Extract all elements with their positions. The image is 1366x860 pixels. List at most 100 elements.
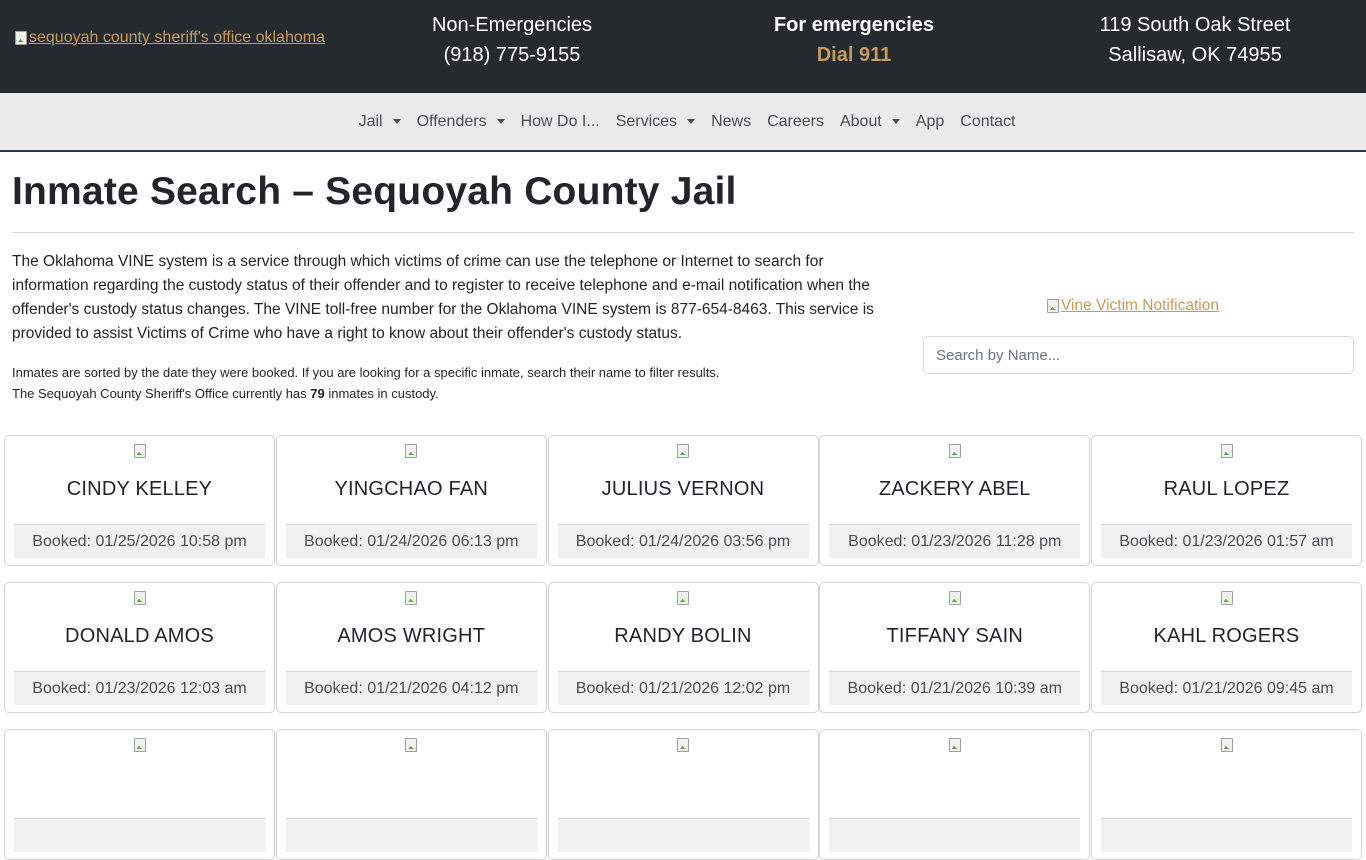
nav-item-label: How Do I... <box>520 112 600 130</box>
inmate-photo-icon <box>133 444 146 458</box>
vine-notification-link[interactable]: Vine Victim Notification <box>1047 297 1219 315</box>
booked-date: Booked: 01/24/2026 06:13 pm <box>285 524 537 558</box>
booked-date <box>14 818 265 852</box>
inmate-photo-icon <box>1220 444 1233 458</box>
nav-item-label: Jail <box>358 112 383 130</box>
custody-count-line: The Sequoyah County Sheriff's Office cur… <box>12 383 904 404</box>
inmate-card[interactable]: JULIUS VERNON Booked: 01/24/2026 03:56 pm <box>547 435 819 566</box>
nav-item-label: Contact <box>960 112 1016 130</box>
inmate-photo-icon <box>677 738 689 752</box>
site-logo-link[interactable]: sequoyah county sheriff's office oklahom… <box>15 29 325 47</box>
inmate-grid: CINDY KELLEY Booked: 01/25/2026 10:58 pm Y… <box>4 435 1362 860</box>
title-divider <box>12 232 1354 233</box>
caret-down-icon <box>687 119 696 124</box>
inmate-card[interactable] <box>4 729 275 860</box>
inmate-name: YINGCHAO FAN <box>334 478 489 500</box>
booked-date: Booked: 01/21/2026 12:02 pm <box>557 671 809 705</box>
non-emergency-info: Non-Emergencies (918) 775-9155 <box>412 10 612 70</box>
booked-date: Booked: 01/24/2026 03:56 pm <box>557 524 809 558</box>
inmate-photo-icon <box>1220 738 1233 752</box>
inmate-search-input[interactable] <box>923 336 1354 374</box>
inmate-name: KAHL ROGERS <box>1153 625 1300 647</box>
address-info: 119 South Oak Street Sallisaw, OK 74955 <box>1085 10 1305 70</box>
nav-item-how-do-i[interactable]: How Do I... <box>513 113 608 131</box>
inmate-photo-icon <box>677 591 689 605</box>
inmate-sort-note: Inmates are sorted by the date they were… <box>12 362 904 404</box>
nav-item-label: News <box>711 112 752 130</box>
non-emergency-label: Non-Emergencies <box>431 14 593 36</box>
inmate-card[interactable] <box>547 729 819 860</box>
inmate-card[interactable]: DONALD AMOS Booked: 01/23/2026 12:03 am <box>4 582 275 713</box>
inmate-photo-icon <box>948 591 961 605</box>
address-line1: 119 South Oak Street <box>1099 14 1291 36</box>
inmate-photo-icon <box>405 738 418 752</box>
nav-item-app[interactable]: App <box>908 113 952 131</box>
nav-item-careers[interactable]: Careers <box>759 113 832 131</box>
booked-date <box>285 818 537 852</box>
inmate-card[interactable] <box>1091 729 1362 860</box>
page-title: Inmate Search – Sequoyah County Jail <box>12 170 737 213</box>
nav-item-news[interactable]: News <box>703 113 759 131</box>
broken-image-icon <box>1047 299 1059 313</box>
nav-item-services[interactable]: Services <box>608 113 703 131</box>
site-header: sequoyah county sheriff's office oklahom… <box>0 0 1366 93</box>
inmate-photo-icon <box>1220 591 1233 605</box>
inmate-name: AMOS WRIGHT <box>337 625 486 647</box>
inmate-photo-icon <box>948 738 961 752</box>
emergency-label: For emergencies <box>773 14 935 36</box>
inmate-name: RAUL LOPEZ <box>1163 478 1290 500</box>
inmate-card[interactable]: TIFFANY SAIN Booked: 01/21/2026 10:39 am <box>819 582 1091 713</box>
nav-item-contact[interactable]: Contact <box>952 113 1023 131</box>
main-nav: Jail Offenders How Do I... Services News Care… <box>0 93 1366 152</box>
inmate-photo-icon <box>133 591 146 605</box>
inmate-card[interactable]: YINGCHAO FAN Booked: 01/24/2026 06:13 pm <box>275 435 547 566</box>
inmate-card[interactable] <box>275 729 547 860</box>
nav-item-offenders[interactable]: Offenders <box>409 113 513 131</box>
nav-item-label: Services <box>615 112 678 130</box>
nav-item-jail[interactable]: Jail <box>351 113 409 131</box>
non-emergency-phone[interactable]: (918) 775-9155 <box>412 40 612 70</box>
inmate-card[interactable] <box>819 729 1091 860</box>
booked-date: Booked: 01/23/2026 12:03 am <box>14 671 265 705</box>
inmate-card[interactable]: RANDY BOLIN Booked: 01/21/2026 12:02 pm <box>547 582 819 713</box>
site-logo-alt-text: sequoyah county sheriff's office oklahom… <box>29 29 325 46</box>
booked-date <box>557 818 809 852</box>
nav-item-about[interactable]: About <box>832 113 908 131</box>
inmate-card[interactable]: RAUL LOPEZ Booked: 01/23/2026 01:57 am <box>1091 435 1362 566</box>
inmate-name: TIFFANY SAIN <box>886 625 1023 647</box>
inmate-photo-icon <box>405 444 418 458</box>
booked-date <box>1101 818 1352 852</box>
nav-item-label: Careers <box>767 112 824 130</box>
inmate-photo-icon <box>133 738 146 752</box>
nav-item-label: About <box>839 112 882 130</box>
nav-item-label: App <box>915 112 945 130</box>
nav-item-label: Offenders <box>416 112 487 130</box>
caret-down-icon <box>496 119 505 124</box>
inmate-name: CINDY KELLEY <box>66 478 213 500</box>
booked-date <box>829 818 1081 852</box>
inmate-name: DONALD AMOS <box>65 625 214 647</box>
custody-count-prefix: The Sequoyah County Sheriff's Office cur… <box>12 386 311 401</box>
booked-date: Booked: 01/21/2026 09:45 am <box>1101 671 1352 705</box>
vine-intro-text: The Oklahoma VINE system is a service th… <box>12 253 874 342</box>
vine-alt-text: Vine Victim Notification <box>1061 297 1219 314</box>
caret-down-icon <box>891 119 900 124</box>
emergency-dial[interactable]: Dial 911 <box>754 40 954 70</box>
emergency-info: For emergencies Dial 911 <box>754 10 954 70</box>
inmate-name: RANDY BOLIN <box>614 625 752 647</box>
booked-date: Booked: 01/25/2026 10:58 pm <box>14 524 265 558</box>
inmate-card[interactable]: AMOS WRIGHT Booked: 01/21/2026 04:12 pm <box>275 582 547 713</box>
booked-date: Booked: 01/23/2026 01:57 am <box>1101 524 1352 558</box>
booked-date: Booked: 01/21/2026 04:12 pm <box>285 671 537 705</box>
inmate-name: ZACKERY ABEL <box>878 478 1031 500</box>
booked-date: Booked: 01/21/2026 10:39 am <box>829 671 1081 705</box>
booked-date: Booked: 01/23/2026 11:28 pm <box>829 524 1081 558</box>
inmate-card[interactable]: KAHL ROGERS Booked: 01/21/2026 09:45 am <box>1091 582 1362 713</box>
inmate-photo-icon <box>405 591 418 605</box>
inmate-count: 79 <box>310 386 325 401</box>
custody-count-suffix: inmates in custody. <box>324 386 439 401</box>
inmate-card[interactable]: CINDY KELLEY Booked: 01/25/2026 10:58 pm <box>4 435 275 566</box>
sort-note-line: Inmates are sorted by the date they were… <box>12 365 720 380</box>
inmate-card[interactable]: ZACKERY ABEL Booked: 01/23/2026 11:28 pm <box>819 435 1091 566</box>
inmate-photo-icon <box>677 444 689 458</box>
